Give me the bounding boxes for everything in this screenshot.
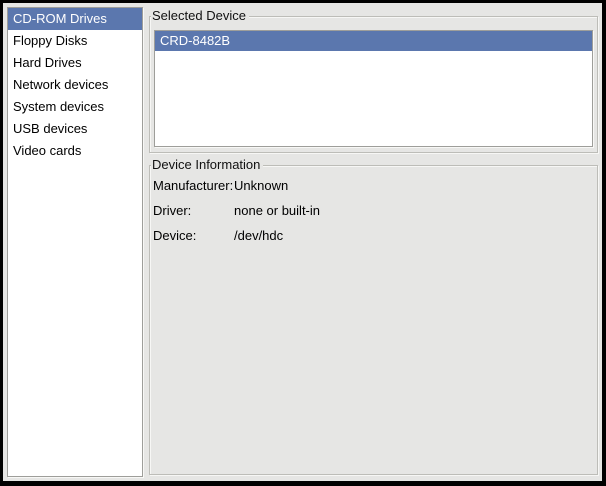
device-information-group: Device Information Manufacturer: Unknown… — [149, 165, 598, 475]
sidebar-item-hard-drives[interactable]: Hard Drives — [8, 52, 142, 74]
info-value-device: /dev/hdc — [234, 223, 594, 248]
hardware-browser-window: CD-ROM Drives Floppy Disks Hard Drives N… — [0, 0, 606, 486]
info-row-device: Device: /dev/hdc — [153, 223, 594, 248]
selected-device-group: Selected Device CRD-8482B — [149, 16, 598, 153]
device-information-group-label: Device Information — [151, 157, 263, 173]
sidebar-item-cdrom-drives[interactable]: CD-ROM Drives — [8, 8, 142, 30]
sidebar-item-system-devices[interactable]: System devices — [8, 96, 142, 118]
sidebar-item-network-devices[interactable]: Network devices — [8, 74, 142, 96]
info-row-driver: Driver: none or built-in — [153, 198, 594, 223]
info-label-manufacturer: Manufacturer: — [153, 173, 234, 198]
sidebar-item-video-cards[interactable]: Video cards — [8, 140, 142, 162]
info-value-driver: none or built-in — [234, 198, 594, 223]
device-list-item-crd-8482b[interactable]: CRD-8482B — [155, 31, 592, 51]
info-row-manufacturer: Manufacturer: Unknown — [153, 173, 594, 198]
info-label-device: Device: — [153, 223, 234, 248]
sidebar-item-usb-devices[interactable]: USB devices — [8, 118, 142, 140]
device-category-list: CD-ROM Drives Floppy Disks Hard Drives N… — [7, 7, 143, 477]
info-label-driver: Driver: — [153, 198, 234, 223]
device-information-table: Manufacturer: Unknown Driver: none or bu… — [153, 173, 594, 248]
info-value-manufacturer: Unknown — [234, 173, 594, 198]
sidebar-item-floppy-disks[interactable]: Floppy Disks — [8, 30, 142, 52]
selected-device-group-label: Selected Device — [151, 8, 249, 24]
selected-device-list: CRD-8482B — [154, 30, 593, 147]
